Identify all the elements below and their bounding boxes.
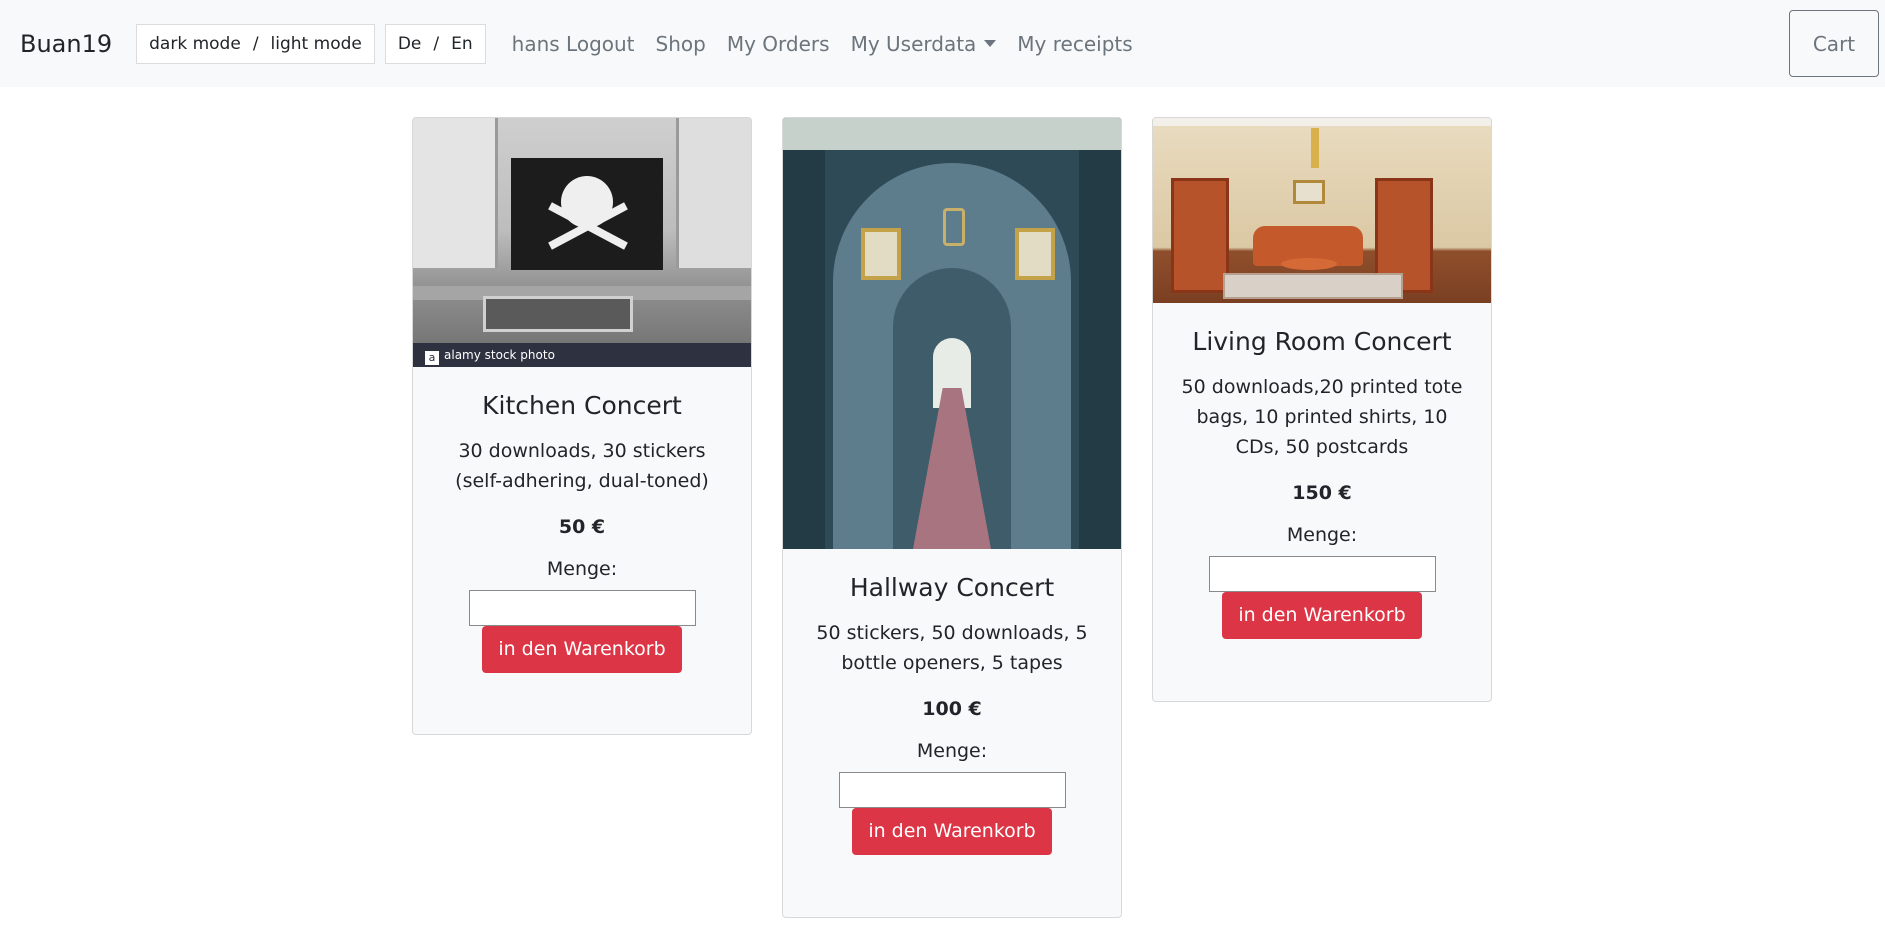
- product-card-living-room: Living Room Concert 50 downloads,20 prin…: [1152, 117, 1492, 702]
- my-orders-link[interactable]: My Orders: [727, 32, 830, 56]
- add-to-cart-button[interactable]: in den Warenkorb: [482, 626, 682, 673]
- quantity-label: Menge:: [916, 740, 988, 762]
- product-image-hallway: [783, 118, 1121, 549]
- product-title: Living Room Concert: [1192, 327, 1452, 356]
- my-userdata-dropdown[interactable]: My Userdata: [851, 32, 997, 56]
- my-userdata-label: My Userdata: [850, 31, 977, 56]
- light-mode-option[interactable]: light mode: [271, 34, 362, 54]
- language-en-option[interactable]: En: [451, 34, 473, 54]
- quantity-label: Menge:: [546, 558, 618, 580]
- dark-mode-option[interactable]: dark mode: [149, 34, 241, 54]
- quantity-input[interactable]: [838, 772, 1066, 808]
- chevron-down-icon: [984, 39, 997, 47]
- cart-button[interactable]: Cart: [1789, 10, 1879, 77]
- quantity-input[interactable]: [1208, 556, 1436, 592]
- watermark-icon: a: [425, 351, 439, 365]
- product-image-living-room: [1153, 118, 1491, 303]
- product-price: 100 €: [922, 698, 982, 720]
- product-image-kitchen: a alamy stock photo: [413, 118, 751, 367]
- top-navbar: Buan19 dark mode / light mode De / En ha…: [0, 0, 1885, 87]
- shop-link[interactable]: Shop: [656, 32, 706, 56]
- language-separator: /: [433, 33, 440, 54]
- product-description: 50 downloads,20 printed tote bags, 10 pr…: [1181, 376, 1463, 458]
- language-de-option[interactable]: De: [398, 34, 422, 54]
- theme-toggle: dark mode / light mode: [136, 23, 375, 64]
- logout-link[interactable]: hans Logout: [512, 32, 635, 56]
- quantity-input[interactable]: [468, 590, 696, 626]
- image-watermark: a alamy stock photo: [413, 343, 751, 367]
- language-toggle: De / En: [384, 23, 486, 64]
- product-card-hallway: Hallway Concert 50 stickers, 50 download…: [782, 117, 1122, 918]
- add-to-cart-button[interactable]: in den Warenkorb: [1222, 592, 1422, 639]
- product-title: Hallway Concert: [849, 573, 1055, 602]
- quantity-label: Menge:: [1286, 524, 1358, 546]
- add-to-cart-button[interactable]: in den Warenkorb: [852, 808, 1052, 855]
- theme-separator: /: [252, 33, 259, 54]
- product-description: 50 stickers, 50 downloads, 5 bottle open…: [816, 622, 1088, 674]
- product-price: 150 €: [1292, 482, 1352, 504]
- product-card-kitchen: a alamy stock photo Kitchen Concert 30 do…: [412, 117, 752, 735]
- brand-logo[interactable]: Buan19: [20, 30, 112, 58]
- watermark-text: alamy stock photo: [444, 348, 555, 362]
- product-price: 50 €: [558, 516, 606, 538]
- product-title: Kitchen Concert: [482, 391, 682, 420]
- product-description: 30 downloads, 30 stickers (self-adhering…: [455, 440, 709, 492]
- my-receipts-link[interactable]: My receipts: [1017, 32, 1132, 56]
